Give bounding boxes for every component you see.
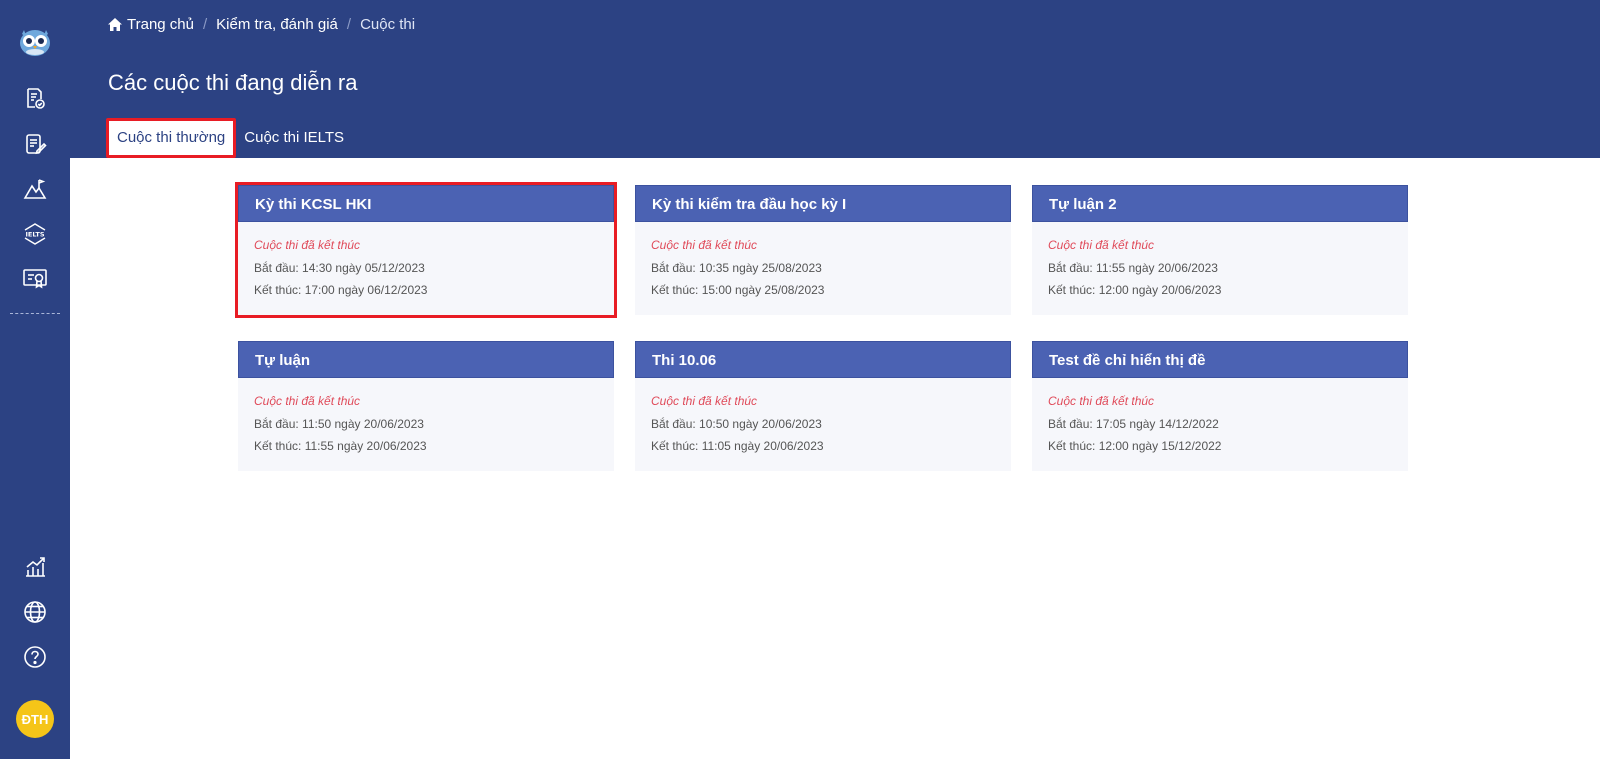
contest-status: Cuộc thi đã kết thúc	[1048, 238, 1155, 252]
contest-card[interactable]: Kỳ thi KCSL HKI Cuộc thi đã kết thúc Bắt…	[235, 182, 617, 318]
sidebar-divider	[10, 313, 60, 314]
contest-card[interactable]: Tự luận Cuộc thi đã kết thúc Bắt đầu: 11…	[238, 341, 614, 471]
contest-start: Bắt đầu: 10:50 ngày 20/06/2023	[651, 417, 822, 431]
contest-card-title: Kỳ thi KCSL HKI	[238, 185, 614, 222]
contest-card[interactable]: Tự luận 2 Cuộc thi đã kết thúc Bắt đầu: …	[1032, 185, 1408, 315]
contest-end: Kết thúc: 12:00 ngày 15/12/2022	[1048, 439, 1222, 453]
sidebar: IELTS ĐTH	[0, 0, 70, 759]
avatar[interactable]: ĐTH	[16, 700, 54, 738]
help-icon[interactable]	[21, 643, 49, 671]
contest-start: Bắt đầu: 17:05 ngày 14/12/2022	[1048, 417, 1219, 431]
contest-end: Kết thúc: 12:00 ngày 20/06/2023	[1048, 283, 1222, 297]
contest-card[interactable]: Test đề chỉ hiển thị đề Cuộc thi đã kết …	[1032, 341, 1408, 471]
contest-grid: Kỳ thi KCSL HKI Cuộc thi đã kết thúc Bắt…	[70, 158, 1600, 759]
contest-card-title: Tự luận	[238, 341, 614, 378]
contest-end: Kết thúc: 11:05 ngày 20/06/2023	[651, 439, 824, 453]
contest-card-title: Test đề chỉ hiển thị đề	[1032, 341, 1408, 378]
home-icon[interactable]	[108, 18, 122, 31]
contest-card[interactable]: Thi 10.06 Cuộc thi đã kết thúc Bắt đầu: …	[635, 341, 1011, 471]
tab-ielts-contests[interactable]: Cuộc thi IELTS	[236, 118, 352, 158]
contest-status: Cuộc thi đã kết thúc	[651, 238, 758, 252]
contest-card-title: Thi 10.06	[635, 341, 1011, 378]
owl-logo-icon[interactable]	[18, 24, 52, 58]
contest-start: Bắt đầu: 10:35 ngày 25/08/2023	[651, 261, 822, 275]
mountain-flag-icon[interactable]	[21, 175, 49, 203]
contest-status: Cuộc thi đã kết thúc	[254, 394, 361, 408]
contest-card-title: Tự luận 2	[1032, 185, 1408, 222]
svg-text:IELTS: IELTS	[25, 231, 44, 239]
breadcrumb-current: Cuộc thi	[360, 16, 416, 33]
contest-start: Bắt đầu: 14:30 ngày 05/12/2023	[254, 261, 425, 275]
chart-icon[interactable]	[21, 553, 49, 581]
contest-start: Bắt đầu: 11:55 ngày 20/06/2023	[1048, 261, 1218, 275]
contest-status: Cuộc thi đã kết thúc	[1048, 394, 1155, 408]
page-title: Các cuộc thi đang diễn ra	[108, 70, 358, 95]
contest-start: Bắt đầu: 11:50 ngày 20/06/2023	[254, 417, 424, 431]
contest-status: Cuộc thi đã kết thúc	[254, 238, 361, 252]
breadcrumb-home[interactable]: Trang chủ	[127, 16, 194, 33]
breadcrumb-separator: /	[346, 16, 352, 33]
contest-status: Cuộc thi đã kết thúc	[651, 394, 758, 408]
contest-end: Kết thúc: 15:00 ngày 25/08/2023	[651, 283, 825, 297]
tab-regular-contests[interactable]: Cuộc thi thường	[106, 118, 237, 158]
tab-bar: Cuộc thi thường Cuộc thi IELTS	[106, 118, 352, 158]
breadcrumb-separator: /	[202, 16, 208, 33]
contest-card[interactable]: Kỳ thi kiểm tra đầu học kỳ I Cuộc thi đã…	[635, 185, 1011, 315]
contest-end: Kết thúc: 17:00 ngày 06/12/2023	[254, 283, 428, 297]
contest-end: Kết thúc: 11:55 ngày 20/06/2023	[254, 439, 427, 453]
ielts-icon[interactable]: IELTS	[21, 220, 49, 248]
exam-check-icon[interactable]	[21, 84, 49, 112]
certificate-icon[interactable]	[21, 265, 49, 293]
contest-card-title: Kỳ thi kiểm tra đầu học kỳ I	[635, 185, 1011, 222]
exam-edit-icon[interactable]	[21, 130, 49, 158]
globe-icon[interactable]	[21, 598, 49, 626]
breadcrumb-section[interactable]: Kiểm tra, đánh giá	[216, 16, 338, 33]
page-header: Trang chủ / Kiểm tra, đánh giá / Cuộc th…	[70, 0, 1600, 158]
breadcrumb: Trang chủ / Kiểm tra, đánh giá / Cuộc th…	[108, 16, 415, 33]
